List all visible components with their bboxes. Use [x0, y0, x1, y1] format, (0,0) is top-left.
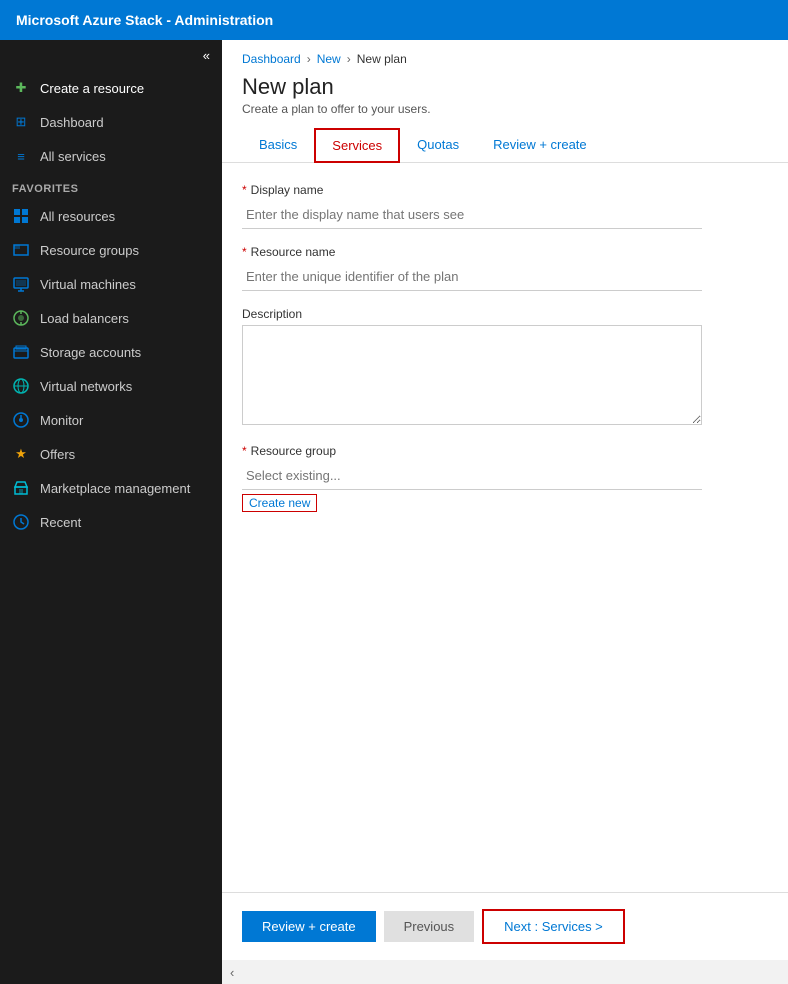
offers-icon: ★ [12, 445, 30, 463]
description-group: Description [242, 307, 768, 428]
breadcrumb: Dashboard › New › New plan [222, 40, 788, 66]
sidebar-label-create-resource: Create a resource [40, 81, 144, 96]
page-title: New plan [242, 74, 768, 100]
bottom-bar: ‹ [222, 960, 788, 984]
recent-icon [12, 513, 30, 531]
tabs: Basics Services Quotas Review + create [222, 128, 788, 163]
virtual-machines-icon [12, 275, 30, 293]
resource-name-group: * Resource name [242, 245, 768, 291]
tab-services[interactable]: Services [314, 128, 400, 163]
footer: Review + create Previous Next : Services… [222, 892, 788, 960]
tab-quotas-label: Quotas [417, 137, 459, 152]
display-name-group: * Display name [242, 183, 768, 229]
sidebar-label-storage-accounts: Storage accounts [40, 345, 141, 360]
sidebar-label-all-services: All services [40, 149, 106, 164]
topbar-title: Microsoft Azure Stack - Administration [16, 12, 273, 28]
resource-group-label: * Resource group [242, 444, 768, 458]
plus-icon: ✚ [12, 79, 30, 97]
sidebar-item-dashboard[interactable]: ⊞ Dashboard [0, 105, 222, 139]
collapse-icon: « [203, 48, 210, 63]
form-area: * Display name * Resource name Descripti… [222, 163, 788, 892]
sidebar-item-recent[interactable]: Recent [0, 505, 222, 539]
review-create-button[interactable]: Review + create [242, 911, 376, 942]
sidebar-item-all-resources[interactable]: All resources [0, 199, 222, 233]
description-label: Description [242, 307, 768, 321]
resource-name-required-star: * [242, 245, 247, 259]
resource-group-input[interactable] [242, 462, 702, 490]
sidebar-item-virtual-machines[interactable]: Virtual machines [0, 267, 222, 301]
dashboard-icon: ⊞ [12, 113, 30, 131]
page-subtitle: Create a plan to offer to your users. [242, 102, 768, 116]
favorites-section-label: FAVORITES [0, 173, 222, 199]
sidebar-item-monitor[interactable]: Monitor [0, 403, 222, 437]
display-name-label: * Display name [242, 183, 768, 197]
breadcrumb-dashboard[interactable]: Dashboard [242, 52, 301, 66]
monitor-icon [12, 411, 30, 429]
resource-group-group: * Resource group Create new [242, 444, 768, 512]
topbar: Microsoft Azure Stack - Administration [0, 0, 788, 40]
bottom-collapse-icon[interactable]: ‹ [230, 965, 234, 980]
sidebar-label-virtual-machines: Virtual machines [40, 277, 136, 292]
display-name-required-star: * [242, 183, 247, 197]
breadcrumb-current: New plan [357, 52, 407, 66]
sidebar-label-resource-groups: Resource groups [40, 243, 139, 258]
sidebar-item-load-balancers[interactable]: Load balancers [0, 301, 222, 335]
sidebar-item-virtual-networks[interactable]: Virtual networks [0, 369, 222, 403]
list-icon: ≡ [12, 147, 30, 165]
sidebar-label-load-balancers: Load balancers [40, 311, 129, 326]
resource-group-required-star: * [242, 444, 247, 458]
next-services-button[interactable]: Next : Services > [482, 909, 625, 944]
sidebar-item-all-services[interactable]: ≡ All services [0, 139, 222, 173]
load-balancers-icon [12, 309, 30, 327]
sidebar-collapse-button[interactable]: « [0, 40, 222, 71]
sidebar-label-virtual-networks: Virtual networks [40, 379, 132, 394]
page-header: New plan Create a plan to offer to your … [222, 66, 788, 128]
sidebar-label-all-resources: All resources [40, 209, 115, 224]
content-area: Dashboard › New › New plan New plan Crea… [222, 40, 788, 984]
tab-review-create[interactable]: Review + create [476, 128, 604, 163]
all-resources-icon [12, 207, 30, 225]
previous-button[interactable]: Previous [384, 911, 475, 942]
sidebar-label-dashboard: Dashboard [40, 115, 104, 130]
marketplace-icon [12, 479, 30, 497]
tab-review-create-label: Review + create [493, 137, 587, 152]
sidebar-label-offers: Offers [40, 447, 75, 462]
display-name-input[interactable] [242, 201, 702, 229]
tab-basics-label: Basics [259, 137, 297, 152]
sidebar-item-marketplace-management[interactable]: Marketplace management [0, 471, 222, 505]
sidebar-label-recent: Recent [40, 515, 81, 530]
tab-services-label: Services [332, 138, 382, 153]
virtual-networks-icon [12, 377, 30, 395]
sidebar-label-marketplace-management: Marketplace management [40, 481, 190, 496]
resource-name-label: * Resource name [242, 245, 768, 259]
description-input[interactable] [242, 325, 702, 425]
sidebar-label-monitor: Monitor [40, 413, 83, 428]
breadcrumb-new[interactable]: New [317, 52, 341, 66]
create-new-link[interactable]: Create new [242, 494, 317, 512]
sidebar-item-storage-accounts[interactable]: Storage accounts [0, 335, 222, 369]
breadcrumb-sep-1: › [307, 52, 311, 66]
storage-accounts-icon [12, 343, 30, 361]
tab-basics[interactable]: Basics [242, 128, 314, 163]
sidebar-item-resource-groups[interactable]: Resource groups [0, 233, 222, 267]
sidebar-item-create-resource[interactable]: ✚ Create a resource [0, 71, 222, 105]
sidebar-item-offers[interactable]: ★ Offers [0, 437, 222, 471]
main-layout: « ✚ Create a resource ⊞ Dashboard ≡ All … [0, 40, 788, 984]
tab-quotas[interactable]: Quotas [400, 128, 476, 163]
breadcrumb-sep-2: › [347, 52, 351, 66]
resource-groups-icon [12, 241, 30, 259]
sidebar: « ✚ Create a resource ⊞ Dashboard ≡ All … [0, 40, 222, 984]
resource-name-input[interactable] [242, 263, 702, 291]
